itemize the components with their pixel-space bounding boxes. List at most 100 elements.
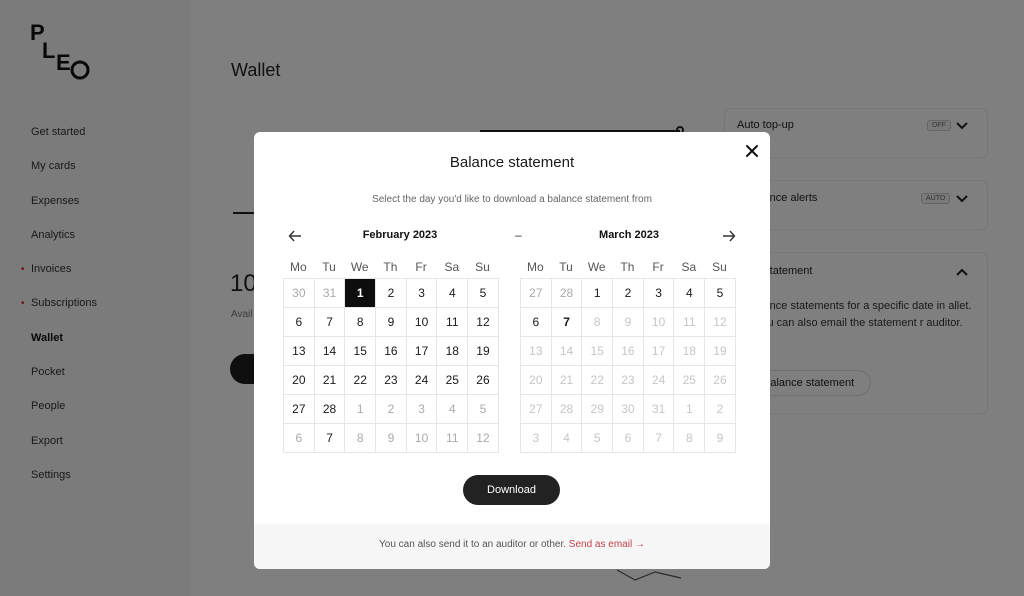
- day-cell: 21: [551, 366, 583, 395]
- day-cell[interactable]: 5: [468, 395, 499, 424]
- day-cell: 19: [705, 337, 736, 366]
- day-cell[interactable]: 11: [437, 308, 469, 337]
- send-as-email-link[interactable]: Send as email →: [569, 539, 645, 550]
- weekday-label: Su: [475, 260, 490, 274]
- calendar-february: Mo Tu We Th Fr Sa Su 30 31 1 2 3 4 5 6 7 8 9 10 11 12 13 14 15…: [283, 256, 499, 453]
- close-icon[interactable]: [743, 142, 761, 160]
- day-cell: 16: [613, 337, 644, 366]
- day-cell[interactable]: 22: [345, 366, 377, 395]
- day-cell: 31: [643, 395, 675, 424]
- weekday-header: Mo Tu We Th Fr Sa Su: [520, 256, 736, 278]
- day-cell[interactable]: 10: [406, 424, 438, 453]
- day-cell[interactable]: 1: [582, 279, 614, 308]
- day-cell: 27: [521, 395, 552, 424]
- day-cell[interactable]: 2: [376, 279, 407, 308]
- day-cell: 9: [613, 308, 644, 337]
- modal-subtitle: Select the day you'd like to download a …: [372, 194, 652, 205]
- weekday-label: We: [350, 260, 369, 274]
- day-cell[interactable]: 27: [521, 279, 552, 308]
- day-cell[interactable]: 15: [345, 337, 377, 366]
- day-cell[interactable]: 4: [674, 279, 706, 308]
- day-cell: 26: [705, 366, 736, 395]
- modal-footer: You can also send it to an auditor or ot…: [254, 524, 770, 569]
- day-cell[interactable]: 23: [376, 366, 407, 395]
- day-cell: 24: [643, 366, 675, 395]
- day-grid: 30 31 1 2 3 4 5 6 7 8 9 10 11 12 13 14 15 16 17 18 19 20 21 22 2…: [283, 278, 499, 453]
- day-cell[interactable]: 25: [437, 366, 469, 395]
- weekday-label: Th: [620, 260, 635, 274]
- day-cell: 17: [643, 337, 675, 366]
- day-cell[interactable]: 5: [705, 279, 736, 308]
- day-cell: 3: [521, 424, 552, 453]
- day-cell[interactable]: 7: [314, 424, 346, 453]
- day-cell[interactable]: 16: [376, 337, 407, 366]
- day-grid: 27 28 1 2 3 4 5 6 7 8 9 10 11 12 13 14 15 16 17 18 19 20 21 22 2…: [520, 278, 736, 453]
- weekday-label: Th: [383, 260, 398, 274]
- day-cell[interactable]: 9: [376, 308, 407, 337]
- day-cell: 28: [551, 395, 583, 424]
- day-cell[interactable]: 12: [468, 424, 499, 453]
- weekday-label: Mo: [527, 260, 544, 274]
- weekday-label: Tu: [559, 260, 573, 274]
- day-cell[interactable]: 1: [345, 395, 377, 424]
- weekday-label: Sa: [681, 260, 697, 274]
- next-month-arrow-icon[interactable]: [721, 228, 737, 244]
- day-cell[interactable]: 6: [284, 424, 315, 453]
- footer-text: You can also send it to an auditor or ot…: [254, 539, 770, 550]
- day-cell: 6: [613, 424, 644, 453]
- weekday-label: Sa: [444, 260, 460, 274]
- modal-title: Balance statement: [449, 154, 575, 171]
- day-cell: 9: [705, 424, 736, 453]
- day-cell[interactable]: 28: [314, 395, 346, 424]
- day-cell: 12: [705, 308, 736, 337]
- weekday-label: Fr: [415, 260, 427, 274]
- day-cell[interactable]: 2: [376, 395, 407, 424]
- day-cell[interactable]: 31: [314, 279, 346, 308]
- day-cell[interactable]: 3: [406, 279, 438, 308]
- day-cell[interactable]: 30: [284, 279, 315, 308]
- day-cell[interactable]: 3: [406, 395, 438, 424]
- day-cell: 8: [674, 424, 706, 453]
- day-cell[interactable]: 27: [284, 395, 315, 424]
- day-cell[interactable]: 19: [468, 337, 499, 366]
- day-cell[interactable]: 28: [551, 279, 583, 308]
- day-cell[interactable]: 10: [406, 308, 438, 337]
- day-cell[interactable]: 21: [314, 366, 346, 395]
- day-cell[interactable]: 6: [521, 308, 552, 337]
- day-cell: 23: [613, 366, 644, 395]
- day-cell[interactable]: 24: [406, 366, 438, 395]
- calendar-march: Mo Tu We Th Fr Sa Su 27 28 1 2 3 4 5 6 7 8 9 10 11 12 13 14 15…: [520, 256, 736, 453]
- day-cell[interactable]: 5: [468, 279, 499, 308]
- day-cell: 20: [521, 366, 552, 395]
- balance-statement-modal: Balance statement Select the day you'd l…: [254, 132, 770, 569]
- day-cell[interactable]: 8: [345, 308, 377, 337]
- day-cell[interactable]: 26: [468, 366, 499, 395]
- day-cell[interactable]: 4: [437, 395, 469, 424]
- range-separator: –: [515, 228, 522, 242]
- weekday-label: We: [587, 260, 606, 274]
- day-cell[interactable]: 2: [613, 279, 644, 308]
- day-cell[interactable]: 9: [376, 424, 407, 453]
- day-cell: 11: [674, 308, 706, 337]
- day-cell[interactable]: 12: [468, 308, 499, 337]
- day-cell[interactable]: 17: [406, 337, 438, 366]
- day-cell[interactable]: 6: [284, 308, 315, 337]
- day-cell[interactable]: 8: [345, 424, 377, 453]
- weekday-label: Su: [712, 260, 727, 274]
- previous-month-arrow-icon[interactable]: [287, 228, 303, 244]
- day-cell[interactable]: 20: [284, 366, 315, 395]
- day-cell: 22: [582, 366, 614, 395]
- day-cell[interactable]: 14: [314, 337, 346, 366]
- day-cell[interactable]: 7: [314, 308, 346, 337]
- day-cell: 29: [582, 395, 614, 424]
- day-cell[interactable]: 13: [284, 337, 315, 366]
- day-cell[interactable]: 3: [643, 279, 675, 308]
- day-cell[interactable]: 4: [437, 279, 469, 308]
- day-cell[interactable]: 18: [437, 337, 469, 366]
- download-button[interactable]: Download: [463, 475, 560, 505]
- day-cell[interactable]: 11: [437, 424, 469, 453]
- selected-day-cell[interactable]: 1: [345, 279, 377, 308]
- weekday-label: Fr: [652, 260, 664, 274]
- day-cell[interactable]: 7: [551, 308, 583, 337]
- weekday-header: Mo Tu We Th Fr Sa Su: [283, 256, 499, 278]
